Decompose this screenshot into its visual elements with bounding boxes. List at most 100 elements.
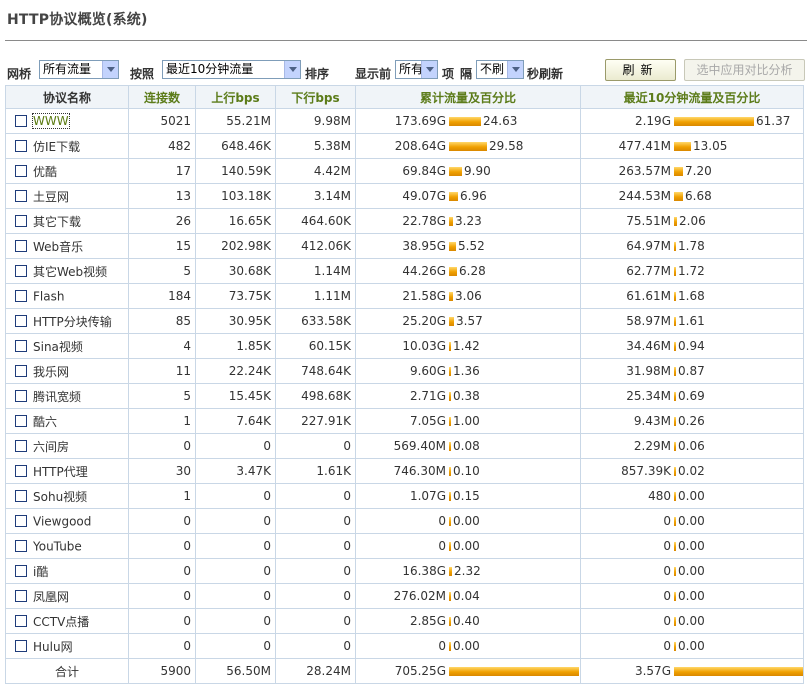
row-checkbox[interactable] [15, 365, 27, 377]
row-checkbox[interactable] [15, 140, 27, 152]
recent-cell: 25.34M 0.69 [580, 383, 804, 409]
period-select[interactable]: 最近10分钟流量 [162, 60, 301, 79]
cumulative-value: 69.84G [402, 164, 446, 178]
cumulative-percent: 0.00 [453, 639, 480, 653]
compare-button[interactable]: 选中应用对比分析 [684, 59, 805, 81]
recent-value: 0 [663, 539, 671, 553]
row-checkbox[interactable] [15, 540, 27, 553]
row-checkbox[interactable] [15, 240, 27, 252]
row-checkbox[interactable] [15, 415, 27, 427]
cumulative-cell: 746.30M 0.10 [355, 458, 581, 484]
row-checkbox[interactable] [15, 290, 27, 303]
column-header-upstream[interactable]: 上行bps [195, 85, 276, 109]
protocol-name[interactable]: 其它下载 [33, 215, 81, 229]
cumulative-bar [449, 291, 453, 301]
downstream-cell: 0 [275, 633, 356, 659]
upstream-cell: 103.18K [195, 183, 276, 209]
column-header-downstream[interactable]: 下行bps [275, 85, 356, 109]
row-checkbox[interactable] [15, 190, 27, 202]
protocol-name[interactable]: 其它Web视频 [33, 265, 107, 279]
cumulative-bar [449, 516, 451, 526]
row-checkbox[interactable] [15, 490, 27, 502]
show-count-select[interactable]: 所有 [395, 60, 438, 79]
refresh-interval-select[interactable]: 不刷 [476, 60, 524, 79]
upstream-cell: 202.98K [195, 233, 276, 259]
row-checkbox[interactable] [15, 315, 27, 327]
cumulative-value: 569.40M [393, 439, 446, 453]
row-checkbox[interactable] [15, 165, 27, 177]
protocol-name[interactable]: YouTube [33, 539, 82, 553]
upstream-cell: 15.45K [195, 383, 276, 409]
column-header-recent[interactable]: 最近10分钟流量及百分比 [580, 85, 804, 109]
recent-percent: 1.61 [678, 314, 705, 328]
cumulative-percent: 1.36 [453, 364, 480, 378]
cumulative-cell: 0 0.00 [355, 633, 581, 659]
connections-cell: 1 [128, 408, 196, 434]
recent-percent: 0.00 [678, 539, 705, 553]
protocol-name[interactable]: Viewgood [33, 514, 91, 528]
cumulative-bar [449, 366, 451, 376]
protocol-name[interactable]: Hulu网 [33, 640, 73, 654]
protocol-name[interactable]: 凤凰网 [33, 590, 69, 604]
cumulative-percent: 0.04 [453, 589, 480, 603]
row-checkbox[interactable] [15, 515, 27, 528]
table-row: 其它下载 26 16.65K 464.60K 22.78G 3.23 75.51M 2.06 [5, 208, 804, 234]
protocol-name[interactable]: 腾讯宽频 [33, 390, 81, 404]
recent-cell: 0 0.00 [580, 633, 804, 659]
row-checkbox[interactable] [15, 640, 27, 652]
row-checkbox[interactable] [15, 340, 27, 352]
row-checkbox[interactable] [15, 465, 27, 477]
recent-value: 75.51M [626, 214, 671, 228]
column-header-connections[interactable]: 连接数 [128, 85, 196, 109]
bridge-select[interactable]: 所有流量 [39, 60, 119, 79]
cumulative-percent: 0.15 [453, 489, 480, 503]
protocol-name[interactable]: 酷六 [33, 415, 57, 429]
protocol-name[interactable]: i酷 [33, 565, 48, 579]
cumulative-bar [449, 191, 458, 201]
sort-label: 排序 [305, 67, 330, 81]
column-header-cumulative[interactable]: 累计流量及百分比 [355, 85, 581, 109]
protocol-name[interactable]: HTTP分块传输 [33, 315, 112, 329]
cumulative-cell: 38.95G 5.52 [355, 233, 581, 259]
protocol-name-cell: 凤凰网 [5, 583, 129, 609]
row-checkbox[interactable] [15, 265, 27, 277]
protocol-name[interactable]: Web音乐 [33, 240, 83, 254]
cumulative-bar [449, 566, 452, 576]
protocol-name[interactable]: 仿IE下载 [33, 140, 80, 154]
upstream-cell: 0 [195, 508, 276, 534]
protocol-name[interactable]: 土豆网 [33, 190, 69, 204]
cumulative-bar [449, 591, 451, 601]
connections-cell: 26 [128, 208, 196, 234]
refresh-button[interactable]: 刷新 [605, 59, 676, 81]
recent-cell: 64.97M 1.78 [580, 233, 804, 259]
row-checkbox[interactable] [15, 615, 27, 627]
protocol-name[interactable]: CCTV点播 [33, 615, 89, 629]
cumulative-value: 746.30M [393, 464, 446, 478]
protocol-name[interactable]: WWW [32, 113, 70, 130]
row-checkbox[interactable] [15, 440, 27, 452]
recent-percent: 0.06 [678, 439, 705, 453]
row-checkbox[interactable] [15, 115, 27, 128]
row-checkbox[interactable] [15, 215, 27, 227]
cumulative-value: 49.07G [402, 189, 446, 203]
row-checkbox[interactable] [15, 590, 27, 602]
row-checkbox[interactable] [15, 565, 27, 577]
cumulative-bar [449, 241, 456, 251]
protocol-name[interactable]: 六间房 [33, 440, 69, 454]
column-header-protocol[interactable]: 协议名称 [5, 85, 129, 109]
table-row: 优酷 17 140.59K 4.42M 69.84G 9.90 263.57M 7.20 [5, 158, 804, 184]
protocol-name[interactable]: HTTP代理 [33, 465, 88, 479]
protocol-name[interactable]: Sohu视频 [33, 490, 87, 504]
protocol-name[interactable]: Sina视频 [33, 340, 83, 354]
recent-bar [674, 341, 676, 351]
cumulative-value: 44.26G [402, 264, 446, 278]
downstream-cell: 0 [275, 508, 356, 534]
protocol-name[interactable]: 我乐网 [33, 365, 69, 379]
protocol-name[interactable]: 优酷 [33, 165, 57, 179]
recent-cell: 477.41M 13.05 [580, 133, 804, 159]
recent-bar [674, 166, 683, 176]
recent-value: 58.97M [626, 314, 671, 328]
row-checkbox[interactable] [15, 390, 27, 402]
protocol-name[interactable]: Flash [33, 289, 64, 303]
downstream-cell: 1.11M [275, 283, 356, 309]
